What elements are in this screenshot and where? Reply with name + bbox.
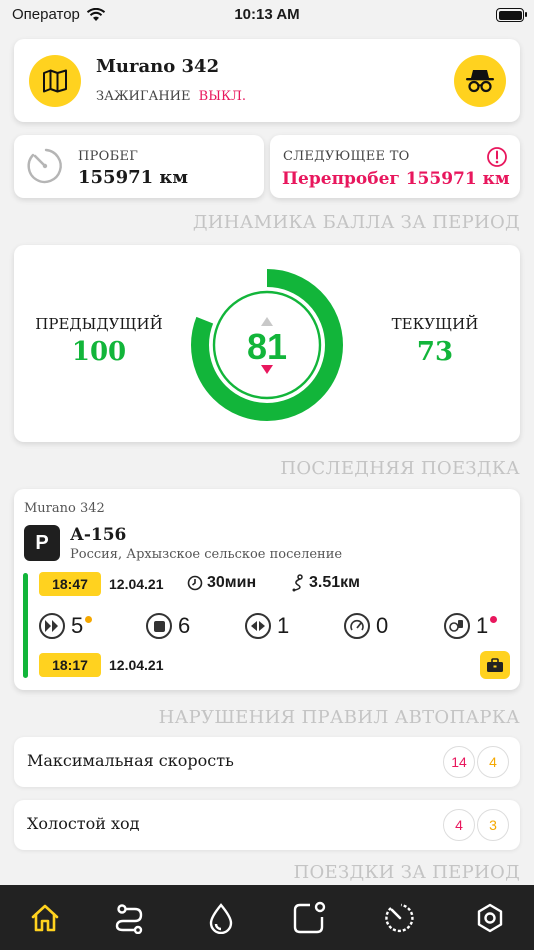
last-trip-section-title: ПОСЛЕДНЯЯ ПОЕЗДКА (280, 458, 520, 479)
clock: 10:13 AM (234, 6, 300, 23)
metric-cornering-value: 1 (277, 613, 290, 638)
current-score-label: ТЕКУЩИЙ (391, 315, 479, 333)
trip-duration: 30мин (187, 574, 256, 592)
tab-bar (0, 885, 534, 950)
tab-fuel[interactable] (204, 901, 238, 935)
violation-row[interactable]: Холостой ход 4 3 (14, 800, 520, 850)
status-bar: Оператор 10:13 AM (0, 0, 534, 30)
ignition-value: ВЫКЛ. (198, 89, 247, 104)
mileage-card[interactable]: ПРОБЕГ 155971 км (14, 135, 264, 198)
violation-name: Максимальная скорость (27, 751, 234, 770)
metric-braking[interactable]: 6 (146, 613, 190, 639)
score-card[interactable]: ПРЕДЫДУЩИЙ 100 81 ТЕКУЩИЙ 73 (14, 245, 520, 442)
incognito-icon (466, 70, 494, 93)
incognito-button[interactable] (454, 55, 506, 107)
score-center-value: 81 (246, 326, 288, 367)
tab-trips[interactable] (112, 901, 146, 935)
current-score-value: 73 (416, 337, 454, 367)
violation-count-yellow: 4 (477, 746, 509, 778)
vehicle-card[interactable]: Murano 342 ЗАЖИГАНИЕ ВЫКЛ. (14, 39, 520, 122)
braking-icon (146, 613, 172, 639)
trip-timeline-bar (23, 573, 28, 678)
metric-speeding-value: 0 (376, 613, 389, 638)
map-button[interactable] (29, 55, 81, 107)
metric-phone-usage-value: 1 (476, 613, 489, 638)
ignition-status: ЗАЖИГАНИЕ ВЫКЛ. (96, 89, 246, 104)
trip-distance: 3.51км (291, 574, 360, 592)
previous-score-label: ПРЕДЫДУЩИЙ (35, 315, 163, 333)
battery-icon (496, 8, 527, 22)
violations-section-title: НАРУШЕНИЯ ПРАВИЛ АВТОПАРКА (158, 707, 520, 728)
acceleration-icon (39, 613, 65, 639)
phone-usage-icon (444, 613, 470, 639)
gauge-up-arrow (261, 317, 273, 326)
trip-end-date: 12.04.21 (109, 576, 164, 592)
business-trip-button[interactable] (480, 651, 510, 679)
mileage-label: ПРОБЕГ (78, 149, 139, 164)
metric-cornering[interactable]: 1 (245, 613, 289, 639)
metric-braking-value: 6 (178, 613, 191, 638)
ignition-label: ЗАЖИГАНИЕ (96, 89, 191, 104)
trip-location: Россия, Архызское сельское поселение (70, 547, 343, 562)
trip-code: А-156 (70, 525, 127, 545)
next-service-label: СЛЕДУЮЩЕЕ ТО (283, 149, 410, 164)
violation-count-yellow: 3 (477, 809, 509, 841)
trip-end-time: 18:47 (39, 572, 101, 596)
cornering-icon (245, 613, 271, 639)
speed-gauge-icon (344, 613, 370, 639)
last-trip-card[interactable]: Murano 342 P А-156 Россия, Архызское сел… (14, 489, 520, 690)
score-section-title: ДИНАМИКА БАЛЛА ЗА ПЕРИОД (192, 212, 520, 233)
violation-count-red: 14 (443, 746, 475, 778)
trip-start-date: 12.04.21 (109, 657, 164, 673)
acceleration-alert-dot (85, 615, 93, 623)
trip-start-time: 18:17 (39, 653, 101, 677)
trip-distance-value: 3.51км (309, 574, 360, 591)
metric-acceleration[interactable]: 5 (39, 613, 93, 639)
tab-notifications[interactable] (292, 901, 326, 935)
notification-icon (293, 901, 326, 934)
map-icon (43, 69, 67, 93)
odometer-icon (27, 148, 62, 184)
violation-count-red: 4 (443, 809, 475, 841)
settings-icon (477, 903, 503, 933)
metric-speeding[interactable]: 0 (344, 613, 388, 639)
fuel-drop-icon (209, 903, 233, 934)
trip-vehicle-name: Murano 342 (24, 501, 105, 516)
phone-usage-alert-dot (490, 615, 498, 623)
trip-duration-value: 30мин (207, 574, 257, 591)
tab-driving-score[interactable] (383, 901, 417, 935)
tab-settings[interactable] (473, 901, 507, 935)
parking-letter: P (35, 531, 49, 554)
vehicle-name: Murano 342 (96, 56, 220, 77)
speedometer-icon (385, 903, 414, 933)
trips-period-section-title: ПОЕЗДКИ ЗА ПЕРИОД (293, 862, 520, 883)
metric-phone-usage[interactable]: 1 (444, 613, 498, 639)
metric-acceleration-value: 5 (71, 613, 84, 638)
next-service-value: Перепробег 155971 км (282, 169, 510, 189)
home-icon (31, 904, 59, 932)
clock-icon (187, 575, 203, 591)
previous-score-value: 100 (71, 337, 127, 367)
tab-home[interactable] (28, 901, 62, 935)
violation-row[interactable]: Максимальная скорость 14 4 (14, 737, 520, 787)
route-icon (292, 574, 303, 592)
parking-icon: P (24, 525, 60, 561)
route-icon (115, 904, 143, 934)
briefcase-icon (487, 657, 503, 672)
alert-icon (487, 147, 507, 167)
violation-name: Холостой ход (27, 814, 140, 833)
mileage-value: 155971 км (78, 167, 189, 188)
next-service-card[interactable]: СЛЕДУЮЩЕЕ ТО Перепробег 155971 км (270, 135, 520, 198)
